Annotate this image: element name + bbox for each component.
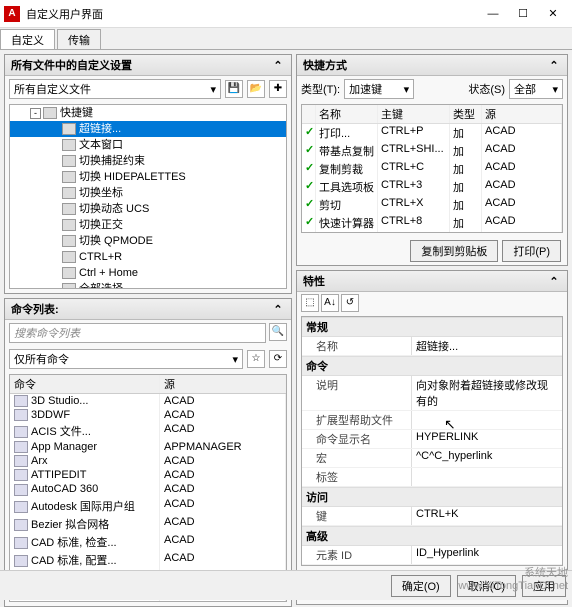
collapse-icon[interactable]: ⌃ [271, 59, 285, 72]
tree-node[interactable]: 切换捕捉约束 [10, 153, 286, 169]
maximize-button[interactable]: ☐ [508, 0, 538, 28]
prop-row[interactable]: 名称超链接... [302, 337, 562, 356]
grid-row[interactable]: 3DDWFACAD [10, 408, 286, 422]
search-icon[interactable]: 🔍 [269, 323, 287, 341]
open-icon[interactable]: 📂 [247, 80, 265, 98]
ok-button[interactable]: 确定(O) [391, 575, 451, 597]
copy-clipboard-button[interactable]: 复制到剪贴板 [410, 240, 498, 262]
grid-row[interactable]: App ManagerAPPMANAGER [10, 440, 286, 454]
collapse-icon[interactable]: ⌃ [547, 59, 561, 72]
prop-category[interactable]: 常规 [302, 317, 562, 337]
watermark: 系统天地 www.XiTongTianDi.net [458, 564, 568, 592]
prop-row[interactable]: 标签 [302, 468, 562, 487]
table-row[interactable]: ✓打印...CTRL+P加ACAD [302, 124, 562, 142]
tab-bar: 自定义 传输 [0, 28, 572, 50]
prop-row[interactable]: 宏^C^C_hyperlink [302, 449, 562, 468]
collapse-icon[interactable]: ⌃ [271, 303, 285, 316]
tree-node[interactable]: 切换坐标 [10, 185, 286, 201]
prop-row[interactable]: 键CTRL+K [302, 507, 562, 526]
shortcuts-grid[interactable]: 名称主键类型源 ✓打印...CTRL+P加ACAD ✓带基点复制CTRL+SHI… [301, 104, 563, 233]
prop-row[interactable]: 说明向对象附着超链接或修改现有的 [302, 376, 562, 411]
prop-row[interactable]: 命令显示名HYPERLINK [302, 430, 562, 449]
prop-category[interactable]: 访问 [302, 487, 562, 507]
table-row[interactable]: ✓复制剪裁CTRL+C加ACAD [302, 160, 562, 178]
grid-row[interactable]: Bezier 拟合网格ACAD [10, 515, 286, 533]
new-icon[interactable]: ✚ [269, 80, 287, 98]
panel-command-list: 命令列表: ⌃ 搜索命令列表 🔍 仅所有命令▾ ☆ ⟳ 命令源 3D Studio… [4, 298, 292, 607]
search-input[interactable]: 搜索命令列表 [9, 323, 266, 343]
collapse-icon[interactable]: ⌃ [547, 275, 561, 288]
tab-transfer[interactable]: 传输 [57, 29, 101, 49]
close-button[interactable]: ✕ [538, 0, 568, 28]
customization-tree[interactable]: -快捷键 超链接... 文本窗口 切换捕捉约束 切换 HIDEPALETTES … [9, 104, 287, 289]
panel-title: 快捷方式 [303, 57, 347, 73]
panel-properties: 特性 ⌃ ⬚ A↓ ↺ 常规 名称超链接... 命令 说明向对象附着超链接或修改现… [296, 270, 568, 605]
reset-icon[interactable]: ↺ [341, 294, 359, 312]
table-row[interactable]: ✓工具选项板CTRL+3加ACAD [302, 178, 562, 196]
grid-row[interactable]: CAD 标准, 检查...ACAD [10, 533, 286, 551]
panel-shortcuts: 快捷方式 ⌃ 类型(T): 加速键▾ 状态(S) 全部▾ 名称主键类型源 ✓打印.… [296, 54, 568, 266]
grid-row[interactable]: AutoCAD 360ACAD [10, 482, 286, 496]
grid-row[interactable]: ACIS 文件...ACAD [10, 422, 286, 440]
panel-title: 所有文件中的自定义设置 [11, 57, 132, 73]
panel-title: 特性 [303, 273, 325, 289]
tree-node[interactable]: CTRL+R [10, 249, 286, 265]
grid-row[interactable]: ATTIPEDITACAD [10, 468, 286, 482]
table-row[interactable]: ✓带基点复制CTRL+SHI...加ACAD [302, 142, 562, 160]
status-label: 状态(S) [468, 81, 505, 97]
tree-node[interactable]: Ctrl + Home [10, 265, 286, 281]
tab-customize[interactable]: 自定义 [0, 29, 55, 49]
check-icon: ✓ [305, 126, 314, 138]
panel-title: 命令列表: [11, 301, 59, 317]
save-icon[interactable]: 💾 [225, 80, 243, 98]
command-grid[interactable]: 命令源 3D Studio...ACAD 3DDWFACAD ACIS 文件..… [9, 374, 287, 602]
toolbar-icon[interactable]: ☆ [247, 350, 265, 368]
chevron-down-icon: ▾ [232, 353, 238, 366]
tree-node-selected[interactable]: 超链接... [10, 121, 286, 137]
grid-row[interactable]: CAD 标准, 配置...ACAD [10, 551, 286, 569]
table-row[interactable]: ✓另存为...CTRL+SHI...加ACAD [302, 232, 562, 233]
grid-row[interactable]: ArxACAD [10, 454, 286, 468]
prop-row[interactable]: 扩展型帮助文件 [302, 411, 562, 430]
property-grid[interactable]: 常规 名称超链接... 命令 说明向对象附着超链接或修改现有的 扩展型帮助文件 … [301, 316, 563, 566]
sort-icon[interactable]: ⬚ [301, 294, 319, 312]
prop-row[interactable]: 元素 IDID_Hyperlink [302, 546, 562, 565]
az-icon[interactable]: A↓ [321, 294, 339, 312]
minimize-button[interactable]: — [478, 0, 508, 28]
title-bar: A 自定义用户界面 — ☐ ✕ [0, 0, 572, 28]
table-row[interactable]: ✓快速计算器CTRL+8加ACAD [302, 214, 562, 232]
print-button[interactable]: 打印(P) [502, 240, 561, 262]
panel-custom-settings: 所有文件中的自定义设置 ⌃ 所有自定义文件▾ 💾 📂 ✚ -快捷键 超链接... … [4, 54, 292, 294]
type-label: 类型(T): [301, 81, 340, 97]
prop-category[interactable]: 高级 [302, 526, 562, 546]
chevron-down-icon: ▾ [210, 83, 216, 96]
tree-node[interactable]: -快捷键 [10, 105, 286, 121]
toolbar-icon[interactable]: ⟳ [269, 350, 287, 368]
type-dropdown[interactable]: 加速键▾ [344, 79, 414, 99]
tree-node[interactable]: 切换 HIDEPALETTES [10, 169, 286, 185]
grid-row[interactable]: Autodesk 国际用户组ACAD [10, 497, 286, 515]
window-title: 自定义用户界面 [26, 6, 478, 22]
tree-node[interactable]: 切换动态 UCS [10, 201, 286, 217]
command-filter-dropdown[interactable]: 仅所有命令▾ [9, 349, 243, 369]
table-row[interactable]: ✓剪切CTRL+X加ACAD [302, 196, 562, 214]
tree-node[interactable]: 全部选择 [10, 281, 286, 289]
prop-category[interactable]: 命令 [302, 356, 562, 376]
grid-row[interactable]: 3D Studio...ACAD [10, 394, 286, 408]
status-dropdown[interactable]: 全部▾ [509, 79, 563, 99]
tree-node[interactable]: 文本窗口 [10, 137, 286, 153]
tree-node[interactable]: 切换 QPMODE [10, 233, 286, 249]
tree-node[interactable]: 切换正交 [10, 217, 286, 233]
file-filter-dropdown[interactable]: 所有自定义文件▾ [9, 79, 221, 99]
app-icon: A [4, 6, 20, 22]
